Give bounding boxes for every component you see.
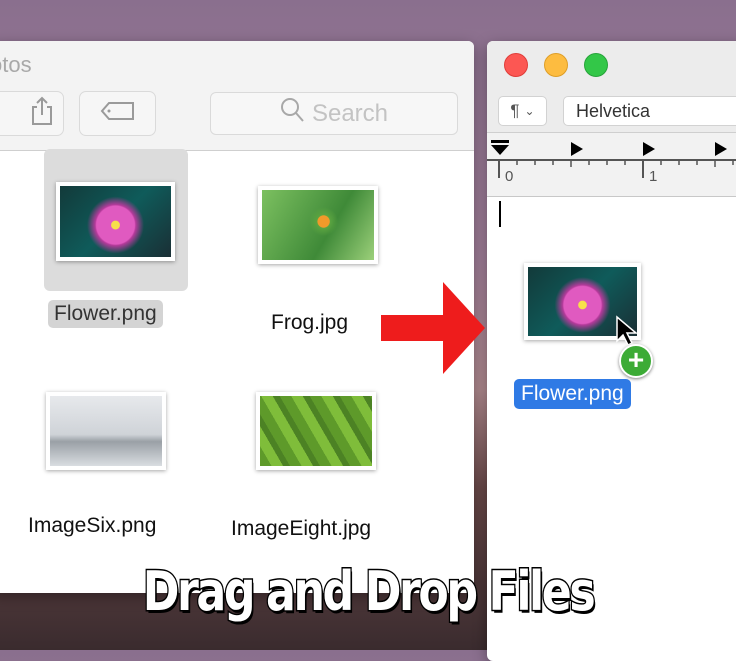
tag-icon (100, 101, 136, 126)
dragged-file-label: Flower.png (514, 379, 631, 409)
mouse-pointer-icon (616, 315, 639, 347)
close-button[interactable] (504, 53, 528, 77)
file-label[interactable]: ImageEight.jpg (231, 517, 371, 541)
chevron-down-icon: ⌄ (524, 104, 535, 118)
file-label[interactable]: Frog.jpg (271, 311, 348, 335)
file-label[interactable]: ImageSix.png (28, 514, 156, 538)
file-thumbnail-imagesix[interactable] (46, 392, 166, 470)
font-family-select[interactable]: Helvetica (563, 96, 736, 126)
ruler[interactable]: 0 1 (487, 133, 736, 197)
ruler-label: 0 (505, 168, 514, 185)
zoom-button[interactable] (584, 53, 608, 77)
ruler-marks (487, 140, 736, 178)
file-thumbnail-frog[interactable] (258, 186, 378, 264)
file-thumbnail-imageeight[interactable] (256, 392, 376, 470)
finder-toolbar: otos Search (0, 41, 474, 151)
text-cursor (499, 201, 501, 227)
search-input[interactable]: Search (210, 92, 458, 135)
textedit-toolbar: ¶ ⌄ Helvetica (487, 41, 736, 133)
caption-text: Drag and Drop Files (142, 559, 597, 625)
red-arrow-icon (381, 282, 485, 374)
ruler-label: 1 (649, 168, 658, 185)
share-icon (30, 96, 54, 131)
tags-button[interactable] (79, 91, 156, 136)
file-label[interactable]: Flower.png (48, 300, 163, 328)
share-button[interactable] (0, 91, 64, 136)
paragraph-style-button[interactable]: ¶ ⌄ (498, 96, 547, 126)
minimize-button[interactable] (544, 53, 568, 77)
search-icon (280, 97, 304, 130)
file-thumbnail-flower[interactable] (56, 182, 175, 261)
window-title: otos (0, 52, 32, 77)
copy-plus-badge: + (619, 344, 653, 378)
